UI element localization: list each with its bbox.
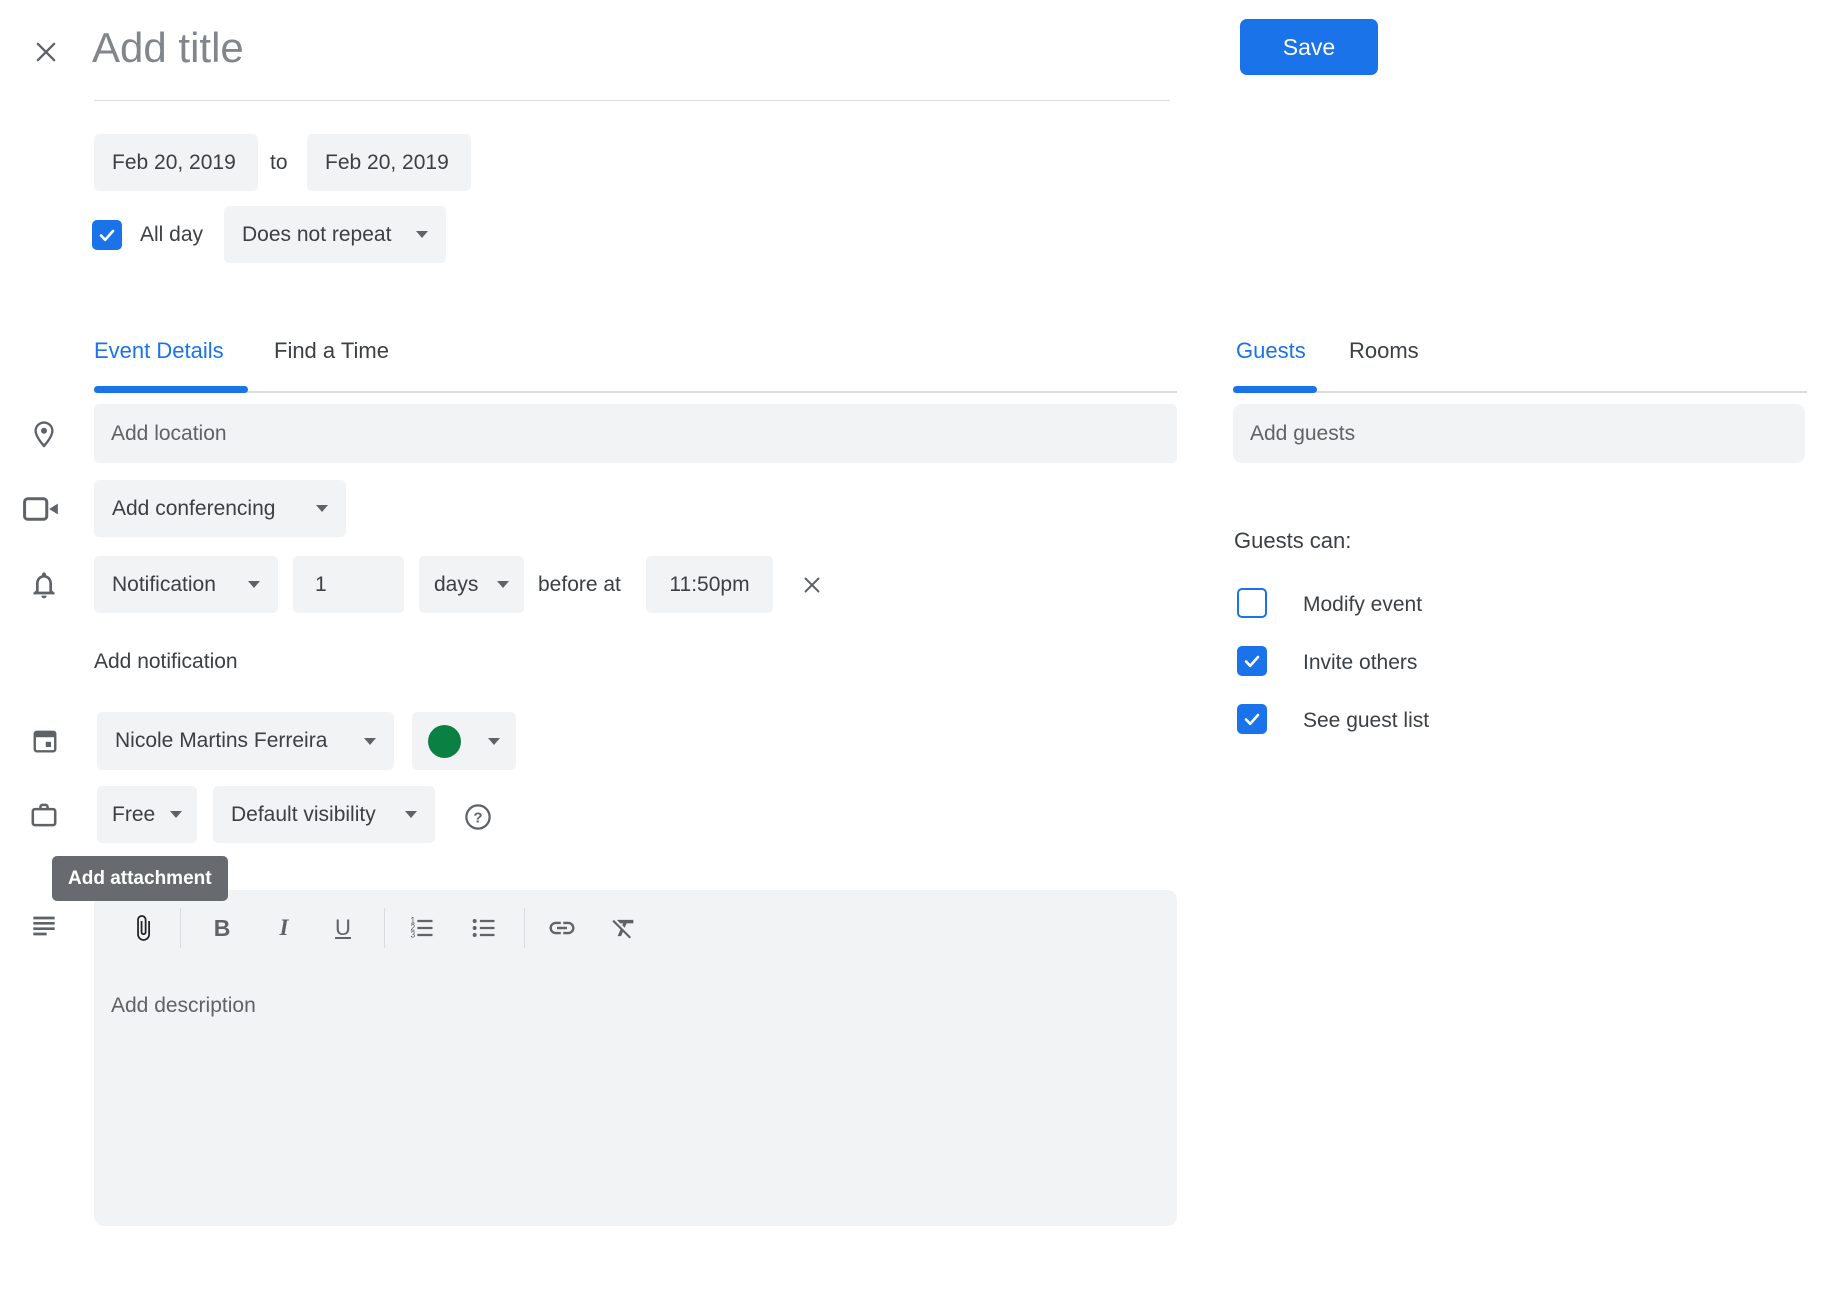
italic-button[interactable]: I bbox=[261, 905, 307, 951]
bulleted-list-icon bbox=[470, 914, 498, 942]
see-guest-list-checkbox[interactable] bbox=[1237, 704, 1267, 734]
video-camera-icon bbox=[20, 480, 64, 537]
notification-unit-dropdown[interactable]: days bbox=[419, 556, 524, 613]
before-at-label: before at bbox=[538, 556, 621, 613]
active-tab-indicator-left bbox=[94, 386, 248, 393]
guest-permissions-title: Guests can: bbox=[1234, 528, 1351, 554]
see-guest-list-label: See guest list bbox=[1303, 706, 1429, 736]
check-icon bbox=[1242, 651, 1262, 671]
description-lines-icon bbox=[26, 908, 62, 944]
modify-event-checkbox[interactable] bbox=[1237, 588, 1267, 618]
attach-file-button[interactable] bbox=[120, 905, 166, 951]
notification-unit-value: days bbox=[434, 573, 478, 597]
tab-guests[interactable]: Guests bbox=[1236, 338, 1306, 364]
calendar-icon bbox=[26, 712, 64, 770]
link-icon bbox=[547, 913, 577, 943]
chevron-down-icon bbox=[497, 581, 509, 588]
check-icon bbox=[1242, 593, 1262, 613]
chevron-down-icon bbox=[488, 738, 500, 745]
clear-formatting-icon bbox=[610, 914, 638, 942]
busy-status-value: Free bbox=[112, 803, 155, 827]
check-icon bbox=[1242, 709, 1262, 729]
invite-others-label: Invite others bbox=[1303, 648, 1417, 678]
toolbar-divider bbox=[524, 908, 525, 948]
svg-text:3: 3 bbox=[410, 929, 415, 939]
date-range-to-label: to bbox=[270, 134, 288, 191]
guests-input[interactable] bbox=[1233, 404, 1805, 463]
start-date-button[interactable]: Feb 20, 2019 bbox=[94, 134, 258, 191]
numbered-list-button[interactable]: 123 bbox=[399, 905, 445, 951]
tooltip-label: Add attachment bbox=[68, 868, 212, 890]
check-icon bbox=[97, 225, 117, 245]
chevron-down-icon bbox=[405, 811, 417, 818]
busy-status-dropdown[interactable]: Free bbox=[97, 786, 197, 843]
visibility-dropdown[interactable]: Default visibility bbox=[213, 786, 435, 843]
conferencing-dropdown[interactable]: Add conferencing bbox=[94, 480, 346, 537]
tab-rooms[interactable]: Rooms bbox=[1349, 338, 1419, 364]
visibility-value: Default visibility bbox=[231, 803, 376, 827]
notification-count-input[interactable] bbox=[293, 556, 404, 613]
chevron-down-icon bbox=[416, 231, 428, 238]
location-input[interactable] bbox=[94, 404, 1177, 463]
color-swatch-green bbox=[428, 725, 461, 758]
bell-icon bbox=[24, 556, 64, 613]
toolbar-divider bbox=[384, 908, 385, 948]
conferencing-label: Add conferencing bbox=[112, 497, 275, 521]
help-button[interactable]: ? bbox=[462, 801, 494, 833]
clear-formatting-button[interactable] bbox=[601, 905, 647, 951]
insert-link-button[interactable] bbox=[539, 905, 585, 951]
location-pin-icon bbox=[26, 404, 62, 463]
remove-notification-button[interactable] bbox=[794, 567, 830, 603]
tab-divider-right bbox=[1233, 391, 1807, 393]
calendar-owner-value: Nicole Martins Ferreira bbox=[115, 729, 327, 753]
close-icon bbox=[32, 38, 60, 66]
save-button[interactable]: Save bbox=[1240, 19, 1378, 75]
svg-text:?: ? bbox=[473, 809, 482, 826]
active-tab-indicator-right bbox=[1233, 386, 1317, 393]
calendar-owner-dropdown[interactable]: Nicole Martins Ferreira bbox=[97, 712, 394, 770]
event-color-dropdown[interactable] bbox=[412, 712, 516, 770]
notification-time-button[interactable]: 11:50pm bbox=[646, 556, 773, 613]
all-day-checkbox[interactable] bbox=[92, 220, 122, 250]
chevron-down-icon bbox=[248, 581, 260, 588]
event-editor: Save Feb 20, 2019 to Feb 20, 2019 All da… bbox=[0, 0, 1824, 1308]
bulleted-list-button[interactable] bbox=[461, 905, 507, 951]
chevron-down-icon bbox=[364, 738, 376, 745]
notification-type-dropdown[interactable]: Notification bbox=[94, 556, 278, 613]
tab-event-details[interactable]: Event Details bbox=[94, 338, 224, 364]
tab-find-a-time[interactable]: Find a Time bbox=[274, 338, 389, 364]
numbered-list-icon: 123 bbox=[408, 914, 436, 942]
title-input[interactable] bbox=[92, 14, 1092, 82]
notification-type-value: Notification bbox=[112, 573, 216, 597]
title-underline bbox=[94, 100, 1170, 101]
add-notification-button[interactable]: Add notification bbox=[94, 650, 238, 674]
close-icon bbox=[799, 572, 825, 598]
end-date-button[interactable]: Feb 20, 2019 bbox=[307, 134, 471, 191]
chevron-down-icon bbox=[316, 505, 328, 512]
attachment-tooltip: Add attachment bbox=[52, 856, 228, 901]
all-day-label: All day bbox=[140, 220, 203, 250]
close-button[interactable] bbox=[28, 34, 64, 70]
chevron-down-icon bbox=[170, 811, 182, 818]
description-input[interactable]: Add description bbox=[111, 994, 1151, 1214]
help-icon: ? bbox=[463, 802, 493, 832]
underline-button[interactable]: U bbox=[320, 905, 366, 951]
toolbar-divider bbox=[180, 908, 181, 948]
recurrence-dropdown[interactable]: Does not repeat bbox=[224, 206, 446, 263]
bold-button[interactable]: B bbox=[199, 905, 245, 951]
tab-divider-left bbox=[94, 391, 1177, 393]
recurrence-value: Does not repeat bbox=[242, 223, 391, 247]
paperclip-icon bbox=[129, 914, 157, 942]
modify-event-label: Modify event bbox=[1303, 590, 1422, 620]
invite-others-checkbox[interactable] bbox=[1237, 646, 1267, 676]
briefcase-icon bbox=[24, 786, 64, 843]
